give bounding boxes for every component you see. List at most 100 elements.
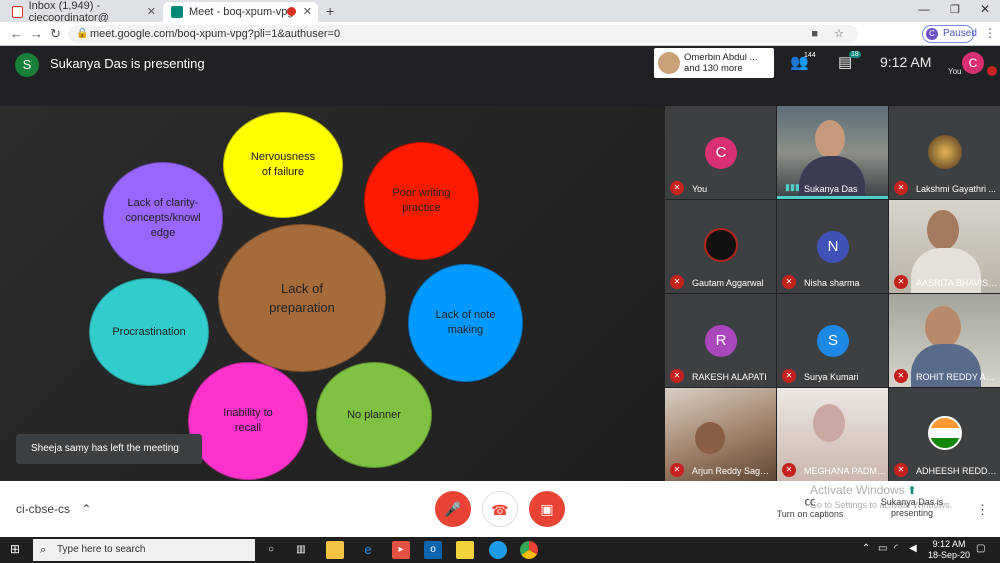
participant-tile[interactable]: ▮▮▮ Sukanya Das [777,106,888,199]
presentation-slide: Nervousness of failure Poor writing prac… [0,106,665,481]
active-speaker-bar [777,196,888,199]
mic-off-icon: ✕ [894,369,908,383]
self-label: You [948,67,962,76]
participant-name: Lakshmi Gayathri ... [916,184,997,194]
camera-off-icon: ▣ [540,501,554,517]
task-view-icon[interactable]: ▥ [292,541,310,559]
close-window-icon[interactable]: ✕ [980,2,990,16]
participant-avatar: S [817,325,849,357]
participant-more: and 130 more [684,63,743,74]
mic-off-icon: ✕ [894,275,908,289]
search-placeholder: Type here to search [57,544,146,555]
mic-off-icon: ✕ [782,275,796,289]
participant-name: Surya Kumari [804,372,859,382]
taskbar-search-input[interactable]: ⌕ Type here to search [33,539,255,561]
wifi-icon[interactable]: ◜ [894,543,898,554]
search-icon: ⌕ [40,544,47,556]
notification-toast: Sheeja samy has left the meeting [16,434,202,464]
participant-name: AASRITA BHAVISE... [916,278,998,288]
menu-icon[interactable]: ⋮ [984,26,996,40]
participant-name: Omerbin Abdul ... [684,52,758,63]
participant-avatar-logo [704,228,738,262]
mic-off-icon: ✕ [670,369,684,383]
profile-status: Paused [943,28,977,39]
url-field[interactable]: 🔒 meet.google.com/boq-xpum-vpg?pli=1&aut… [68,25,858,43]
system-clock[interactable]: 9:12 AM 18-Sep-20 [928,539,970,561]
participant-avatar: R [705,325,737,357]
participant-tile[interactable]: ✕ Gautam Aggarwal [665,200,776,293]
reload-icon[interactable]: ↻ [50,26,61,42]
mic-toggle-button[interactable]: 🎤 [435,491,471,527]
participant-tile[interactable]: ✕ ADHEESH REDDY ... [889,388,1000,481]
captions-icon: ㏄ [804,496,816,508]
chat-count-badge: 18 [849,51,861,58]
battery-icon[interactable]: ▭ [878,543,887,554]
cortana-icon[interactable]: ○ [262,541,280,559]
bubble-label: Lack of note making [435,309,496,336]
notifications-icon[interactable]: ▢ [976,543,985,554]
tab-gmail[interactable]: Inbox (1,949) - ciecoordinator@ ✕ [4,0,162,24]
camera-toggle-button[interactable]: ▣ [529,491,565,527]
app-icon[interactable]: ▸ [392,541,410,559]
edge-icon[interactable] [489,541,507,559]
participant-tile[interactable]: ✕ Lakshmi Gayathri ... [889,106,1000,199]
captions-label: Turn on captions [776,509,844,519]
bubble-label: Nervousness of failure [250,151,316,178]
mic-off-icon: ✕ [894,181,908,195]
participant-name: ADHEESH REDDY ... [916,466,998,476]
present-button[interactable]: ⬆ Sukanya Das is presenting [880,486,944,519]
mic-off-icon: ✕ [782,369,796,383]
participant-tile[interactable]: C ✕ You [665,106,776,199]
sticky-notes-icon[interactable] [456,541,474,559]
meeting-details-button[interactable]: ci-cbse-cs ⌃ [16,502,91,516]
profile-chip[interactable]: C Paused [922,25,977,43]
restore-icon[interactable]: ❐ [950,3,960,16]
participant-count: 144 [804,52,816,59]
participant-name: Gautam Aggarwal [692,278,764,288]
participant-avatar-flag [928,416,962,450]
face-shape [695,422,725,454]
bubble-nervousness: Nervousness of failure [223,112,343,218]
chevron-up-icon: ⌃ [81,502,92,516]
bubble-label: Inability to recall [223,407,273,434]
participant-tile[interactable]: ✕ ROHIT REDDY ARE [889,294,1000,387]
participant-tile[interactable]: ✕ Arjun Reddy Sagga... [665,388,776,481]
bubble-lack-note-making: Lack of note making [408,264,523,382]
face-shape [925,306,961,348]
windows-start-icon[interactable]: ⊞ [10,542,20,556]
volume-icon[interactable]: ◀ [909,543,917,554]
forward-icon[interactable]: → [30,26,43,41]
bubble-lack-clarity: Lack of clarity-concepts/knowledge [103,162,223,274]
face-shape [927,210,959,250]
participant-tile[interactable]: S ✕ Surya Kumari [777,294,888,387]
participants-preview[interactable]: Omerbin Abdul ... and 130 more [654,48,774,78]
participant-tile[interactable]: R ✕ RAKESH ALAPATI [665,294,776,387]
leave-call-button[interactable]: ☎ [482,491,518,527]
file-explorer-icon[interactable] [326,541,344,559]
meet-icon [171,6,183,18]
bubble-label: Lack of clarity-concepts/knowledge [125,196,201,239]
chrome-icon[interactable] [520,541,538,559]
avatar [658,52,680,74]
bubble-lack-preparation: Lack of preparation [218,224,386,372]
tray-chevron-icon[interactable]: ⌃ [862,543,870,554]
more-options-icon[interactable]: ⋮ [976,502,989,518]
back-icon[interactable]: ← [10,26,23,41]
new-tab-icon[interactable]: + [326,3,334,19]
outlook-icon[interactable]: o [424,541,442,559]
tab-meet[interactable]: Meet - boq-xpum-vpg ✕ [163,2,318,22]
participant-tile[interactable]: ✕ MEGHANA PADMA... [777,388,888,481]
mic-off-icon: ✕ [670,275,684,289]
minimize-icon[interactable]: — [918,2,930,16]
internet-explorer-icon[interactable]: e [359,541,377,559]
close-icon[interactable]: ✕ [147,5,156,18]
star-icon[interactable]: ☆ [834,25,844,43]
camera-icon[interactable]: ■ [811,25,818,43]
bubble-no-planner: No planner [316,362,432,468]
captions-button[interactable]: ㏄ Turn on captions [770,493,850,519]
participant-tile[interactable]: N ✕ Nisha sharma [777,200,888,293]
participant-tile[interactable]: ✕ AASRITA BHAVISE... [889,200,1000,293]
self-avatar[interactable]: C [962,52,984,74]
close-icon[interactable]: ✕ [303,5,312,18]
mic-off-icon: ✕ [670,463,684,477]
